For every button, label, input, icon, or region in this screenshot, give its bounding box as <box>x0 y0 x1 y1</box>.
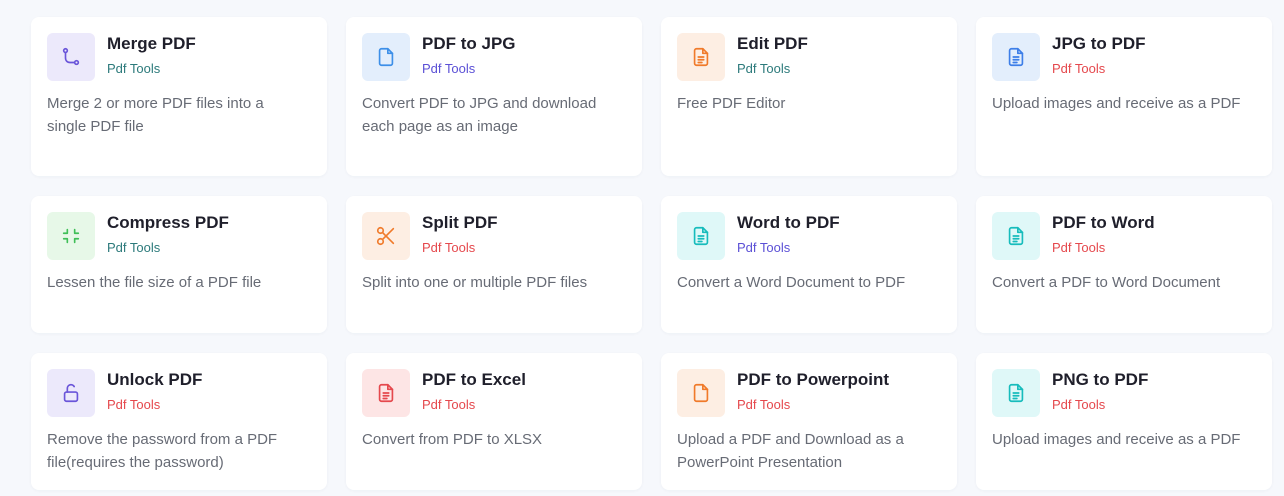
file-icon <box>378 47 394 67</box>
tool-category-tag: Pdf Tools <box>737 240 791 255</box>
tool-icon-box <box>677 33 725 81</box>
tool-category-tag: Pdf Tools <box>107 240 161 255</box>
tool-title: PDF to Word <box>1052 213 1155 232</box>
tool-category-tag: Pdf Tools <box>737 397 791 412</box>
file-text-icon <box>1008 47 1024 67</box>
tool-category-tag: Pdf Tools <box>1052 61 1106 76</box>
tool-description: Convert from PDF to XLSX <box>362 431 543 448</box>
tool-icon-box <box>362 212 410 260</box>
tool-icon-box <box>677 369 725 417</box>
tool-title: Split PDF <box>422 213 498 232</box>
tool-card-compress-pdf[interactable]: Compress PDF Pdf Tools Lessen the file s… <box>31 196 327 333</box>
tool-icon-box <box>362 33 410 81</box>
tool-title: Word to PDF <box>737 213 840 232</box>
tool-grid: Merge PDF Pdf Tools Merge 2 or more PDF … <box>31 17 1272 490</box>
tool-title: PDF to Excel <box>422 370 526 389</box>
tool-card-pdf-to-powerpoint[interactable]: PDF to Powerpoint Pdf Tools Upload a PDF… <box>661 353 957 490</box>
tool-card-edit-pdf[interactable]: Edit PDF Pdf Tools Free PDF Editor <box>661 17 957 176</box>
tool-description: Free PDF Editor <box>677 95 786 112</box>
tool-card-pdf-to-excel[interactable]: PDF to Excel Pdf Tools Convert from PDF … <box>346 353 642 490</box>
tool-category-tag: Pdf Tools <box>737 61 791 76</box>
tool-icon-box <box>992 369 1040 417</box>
tool-category-tag: Pdf Tools <box>1052 240 1106 255</box>
tool-icon-box <box>47 369 95 417</box>
file-text-icon <box>1008 226 1024 246</box>
tool-description: Upload images and receive as a PDF <box>992 431 1241 448</box>
tool-description: Split into one or multiple PDF files <box>362 274 588 291</box>
tool-category-tag: Pdf Tools <box>107 397 161 412</box>
tool-description: Upload images and receive as a PDF <box>992 95 1241 112</box>
minimize-icon <box>62 228 80 244</box>
tool-description: Upload a PDF and Download as a PowerPoin… <box>677 431 904 471</box>
tool-card-png-to-pdf[interactable]: PNG to PDF Pdf Tools Upload images and r… <box>976 353 1272 490</box>
tool-icon-box <box>992 212 1040 260</box>
tool-card-pdf-to-jpg[interactable]: PDF to JPG Pdf Tools Convert PDF to JPG … <box>346 17 642 176</box>
tool-icon-box <box>47 212 95 260</box>
tool-title: Unlock PDF <box>107 370 203 389</box>
scissors-icon <box>376 226 395 246</box>
tool-card-jpg-to-pdf[interactable]: JPG to PDF Pdf Tools Upload images and r… <box>976 17 1272 176</box>
tool-card-split-pdf[interactable]: Split PDF Pdf Tools Split into one or mu… <box>346 196 642 333</box>
tool-description: Remove the password from a PDF file(requ… <box>47 431 278 471</box>
tool-icon-box <box>677 212 725 260</box>
merge-icon <box>62 47 80 66</box>
tool-icon-box <box>992 33 1040 81</box>
tool-category-tag: Pdf Tools <box>1052 397 1106 412</box>
tool-title: PDF to Powerpoint <box>737 370 890 389</box>
file-text-icon <box>378 383 394 403</box>
tool-description: Convert a Word Document to PDF <box>677 274 906 291</box>
tool-card-merge-pdf[interactable]: Merge PDF Pdf Tools Merge 2 or more PDF … <box>31 17 327 176</box>
tool-title: Merge PDF <box>107 34 196 53</box>
tool-title: Compress PDF <box>107 213 229 232</box>
tool-icon-box <box>47 33 95 81</box>
file-text-icon <box>1008 383 1024 403</box>
unlock-icon <box>63 383 79 403</box>
file-icon <box>693 383 709 403</box>
tool-title: PDF to JPG <box>422 34 516 53</box>
tool-category-tag: Pdf Tools <box>422 397 476 412</box>
tool-category-tag: Pdf Tools <box>422 61 476 76</box>
tool-card-unlock-pdf[interactable]: Unlock PDF Pdf Tools Remove the password… <box>31 353 327 490</box>
tool-description: Convert PDF to JPG and download each pag… <box>362 95 597 135</box>
tool-card-pdf-to-word[interactable]: PDF to Word Pdf Tools Convert a PDF to W… <box>976 196 1272 333</box>
tool-title: Edit PDF <box>737 34 808 53</box>
tool-category-tag: Pdf Tools <box>422 240 476 255</box>
tool-title: PNG to PDF <box>1052 370 1149 389</box>
tool-card-word-to-pdf[interactable]: Word to PDF Pdf Tools Convert a Word Doc… <box>661 196 957 333</box>
tool-title: JPG to PDF <box>1052 34 1146 53</box>
file-text-icon <box>693 226 709 246</box>
tool-description: Lessen the file size of a PDF file <box>47 274 262 291</box>
tool-description: Convert a PDF to Word Document <box>992 274 1221 291</box>
tool-icon-box <box>362 369 410 417</box>
file-text-icon <box>693 47 709 67</box>
tool-description: Merge 2 or more PDF files into a single … <box>47 95 264 135</box>
tool-category-tag: Pdf Tools <box>107 61 161 76</box>
